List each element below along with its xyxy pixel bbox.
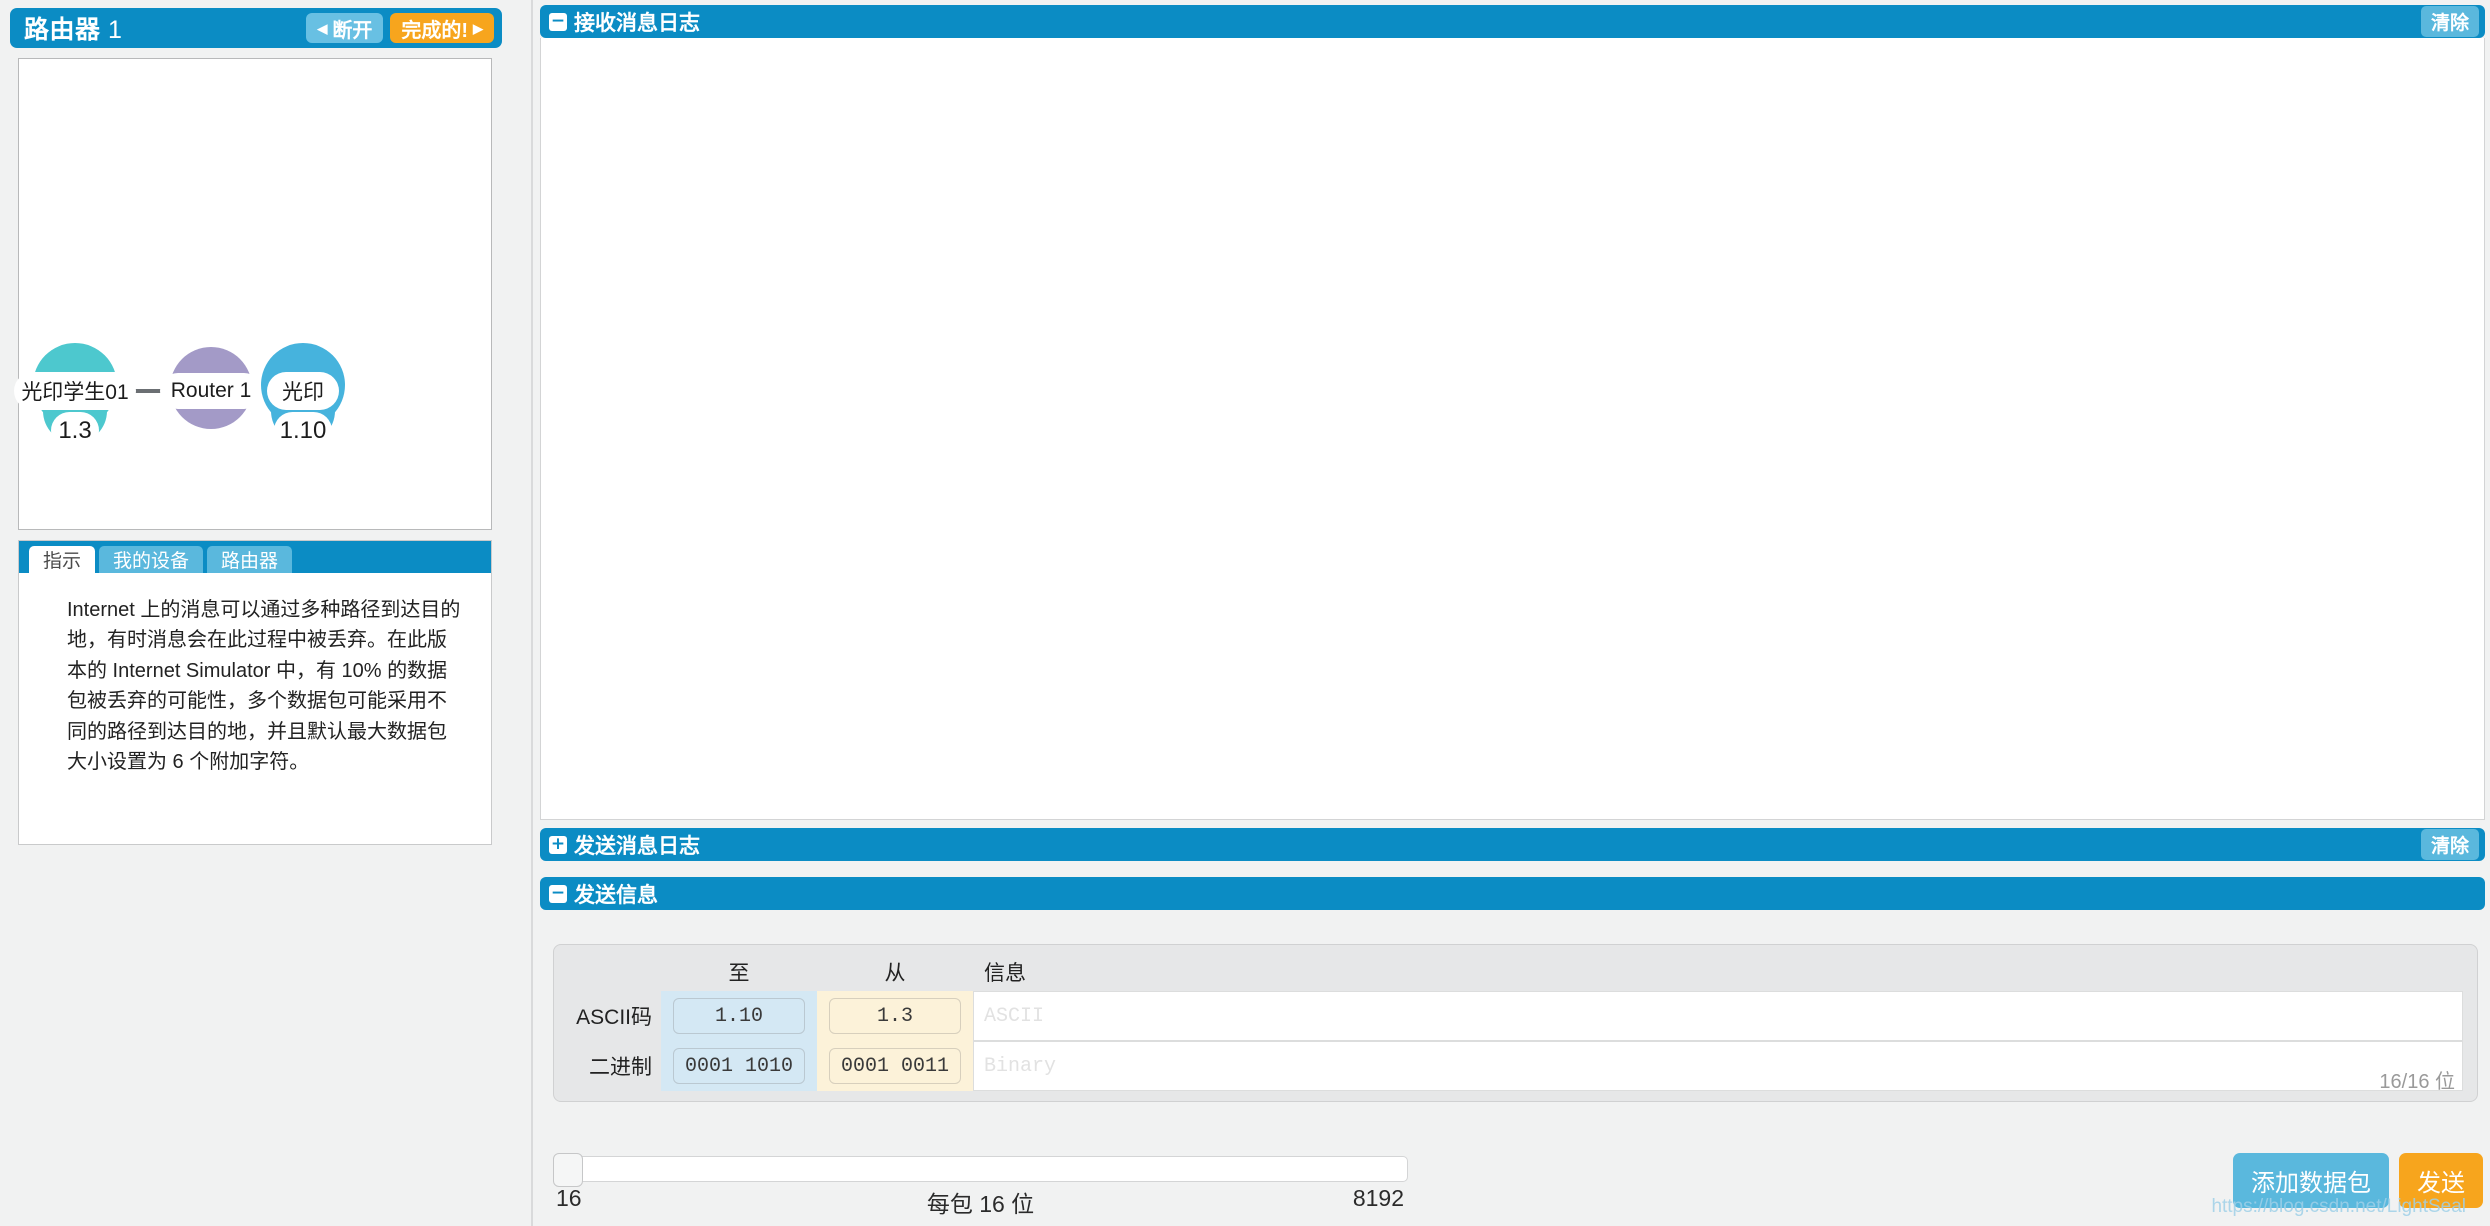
- binary-from-cell: [817, 1041, 973, 1091]
- right-panel: − 接收消息日志 清除 + 发送消息日志 清除 − 发送信息 至 从 信息 AS…: [535, 0, 2490, 1226]
- receive-log-title: 接收消息日志: [574, 11, 700, 35]
- form-row-binary: 二进制: [573, 1041, 2463, 1091]
- slider-value-label: 每包 16 位: [926, 1191, 1035, 1217]
- row-label-binary: 二进制: [589, 1056, 652, 1079]
- disconnect-button-label: 断开: [332, 19, 373, 42]
- info-tabs-panel: 指示 我的设备 路由器 Internet 上的消息可以通过多种路径到达目的地，有…: [18, 540, 492, 845]
- tab-my-devices[interactable]: 我的设备: [99, 546, 204, 573]
- send-message-title: 发送信息: [574, 883, 658, 907]
- node-label: 光印: [267, 372, 339, 410]
- add-packet-button[interactable]: 添加数据包: [2233, 1153, 2389, 1208]
- tab-strip: 指示 我的设备 路由器: [19, 541, 491, 573]
- column-header-from: 从: [884, 962, 906, 985]
- tab-instructions[interactable]: 指示: [29, 546, 96, 573]
- right-arrow-icon: ▶: [473, 20, 483, 36]
- send-log-clear-button[interactable]: 清除: [2420, 829, 2479, 860]
- ascii-message-input[interactable]: [973, 991, 2463, 1041]
- ascii-to-cell: [661, 991, 817, 1041]
- row-label-ascii: ASCII码: [576, 1006, 652, 1029]
- left-arrow-icon: ◀: [317, 20, 328, 36]
- send-message-form: 至 从 信息 ASCII码 二进制: [553, 944, 2478, 1102]
- page-title-text: 路由器: [24, 16, 101, 44]
- binary-from-input[interactable]: [829, 1048, 961, 1084]
- action-buttons: 添加数据包 发送: [2233, 1153, 2483, 1208]
- expand-toggle-icon[interactable]: +: [549, 835, 567, 854]
- ascii-from-input[interactable]: [829, 998, 961, 1034]
- node-label: Router 1: [160, 373, 262, 409]
- receive-log-header: − 接收消息日志 清除: [540, 5, 2485, 38]
- collapse-toggle-icon[interactable]: −: [549, 12, 567, 31]
- node-router[interactable]: Router 1: [160, 259, 262, 529]
- node-address-badge: 1.3: [51, 412, 99, 449]
- send-button[interactable]: 发送: [2399, 1153, 2483, 1208]
- send-log-title: 发送消息日志: [574, 834, 700, 858]
- receive-log-content[interactable]: [540, 38, 2485, 820]
- node-label: 光印学生01: [14, 372, 136, 410]
- binary-message-cell: [973, 1041, 2463, 1091]
- slider-thumb[interactable]: [553, 1153, 583, 1187]
- node-student[interactable]: 光印学生01 1.3: [14, 259, 136, 529]
- bit-counter: 16/16 位: [2379, 1071, 2455, 1093]
- router-header-bar: 路由器 1 ◀ 断开 完成的! ▶: [10, 8, 502, 48]
- receive-log-clear-button[interactable]: 清除: [2420, 6, 2479, 37]
- column-header-to: 至: [728, 962, 750, 985]
- done-button-label: 完成的!: [401, 19, 468, 42]
- ascii-message-cell: [973, 991, 2463, 1041]
- page-title: 路由器 1: [18, 10, 306, 46]
- slider-max-label: 8192: [1352, 1185, 1404, 1211]
- column-header-message: 信息: [984, 962, 1026, 985]
- send-log-header: + 发送消息日志 清除: [540, 828, 2485, 861]
- tab-body: Internet 上的消息可以通过多种路径到达目的地，有时消息会在此过程中被丢弃…: [19, 573, 491, 777]
- form-column-headers: 至 从 信息: [573, 953, 2463, 991]
- binary-to-input[interactable]: [673, 1048, 805, 1084]
- done-button[interactable]: 完成的! ▶: [390, 13, 494, 43]
- form-row-ascii: ASCII码: [573, 991, 2463, 1041]
- binary-to-cell: [661, 1041, 817, 1091]
- internet-simulator-app: 路由器 1 ◀ 断开 完成的! ▶ 光印学生01 1.3 Router 1 光印…: [0, 0, 2490, 1226]
- slider-track[interactable]: [553, 1153, 1408, 1187]
- ascii-to-input[interactable]: [673, 998, 805, 1034]
- send-message-grid: 至 从 信息 ASCII码 二进制: [573, 953, 2463, 1091]
- network-diagram: 光印学生01 1.3 Router 1 光印 1.10: [14, 259, 493, 529]
- binary-message-input[interactable]: [973, 1041, 2463, 1091]
- ascii-from-cell: [817, 991, 973, 1041]
- node-printer[interactable]: 光印 1.10: [255, 259, 351, 529]
- slider-min-label: 16: [556, 1185, 582, 1211]
- collapse-toggle-icon-send[interactable]: −: [549, 884, 567, 903]
- instructions-text: Internet 上的消息可以通过多种路径到达目的地，有时消息会在此过程中被丢弃…: [67, 599, 461, 773]
- packet-size-slider: 16 每包 16 位 8192: [553, 1153, 1408, 1217]
- network-canvas: 光印学生01 1.3 Router 1 光印 1.10: [14, 58, 493, 530]
- node-address-badge: 1.10: [274, 412, 332, 449]
- send-message-header: − 发送信息: [540, 877, 2485, 910]
- page-title-number: 1: [107, 16, 123, 44]
- tab-routers[interactable]: 路由器: [207, 546, 293, 573]
- slider-labels: 16 每包 16 位 8192: [553, 1185, 1408, 1217]
- left-panel: 路由器 1 ◀ 断开 完成的! ▶ 光印学生01 1.3 Router 1 光印…: [0, 0, 533, 1226]
- disconnect-button[interactable]: ◀ 断开: [306, 13, 384, 43]
